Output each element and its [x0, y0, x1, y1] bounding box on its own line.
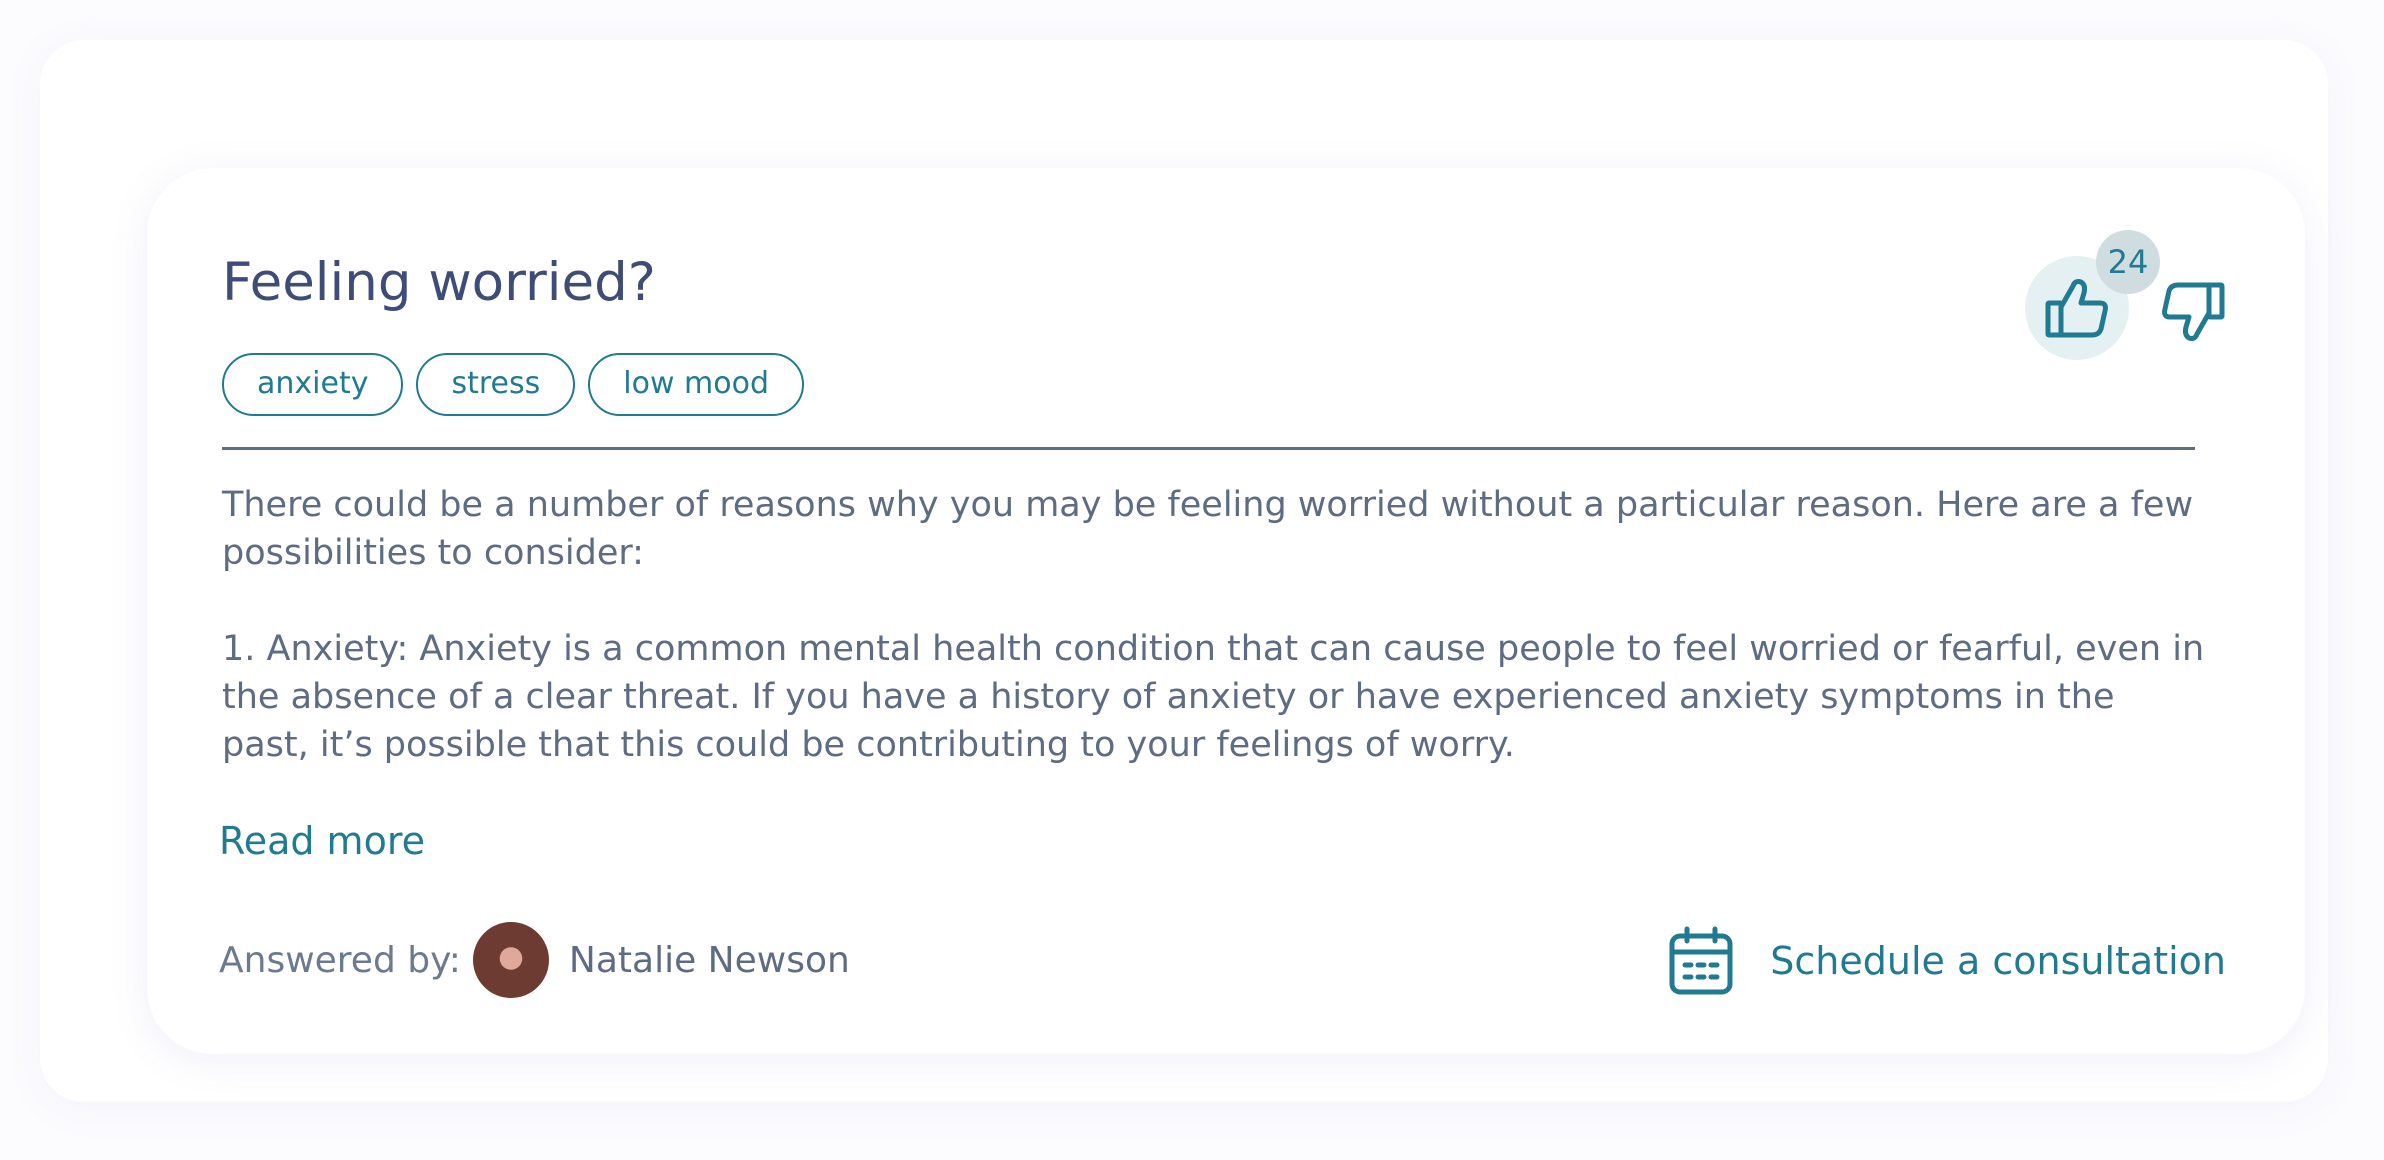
thumbs-down-icon — [2160, 281, 2226, 343]
schedule-consultation-button[interactable]: Schedule a consultation — [1668, 926, 2226, 996]
thumbs-up-icon — [2044, 277, 2110, 339]
answer-text: There could be a number of reasons why y… — [222, 481, 2212, 769]
answer-card: Feeling worried? anxiety stress low mood… — [147, 168, 2305, 1054]
like-count-badge: 24 — [2096, 230, 2160, 294]
answer-paragraph-anxiety: 1. Anxiety: Anxiety is a common mental h… — [222, 629, 2205, 765]
author-avatar[interactable] — [472, 922, 549, 998]
author-name[interactable]: Natalie Newson — [569, 940, 850, 981]
calendar-icon — [1668, 926, 1734, 996]
page-container: Feeling worried? anxiety stress low mood… — [40, 40, 2328, 1102]
answered-by: Answered by: Natalie Newson — [219, 922, 850, 998]
schedule-consultation-label: Schedule a consultation — [1770, 939, 2226, 983]
dislike-button[interactable] — [2157, 276, 2229, 348]
read-more-link[interactable]: Read more — [219, 815, 425, 867]
tag-low-mood[interactable]: low mood — [588, 353, 805, 416]
tag-anxiety[interactable]: anxiety — [222, 353, 404, 416]
tag-stress[interactable]: stress — [416, 353, 576, 416]
answered-by-label: Answered by: — [219, 939, 461, 981]
card-title: Feeling worried? — [222, 252, 656, 313]
divider — [222, 447, 2195, 450]
answer-paragraph-intro: There could be a number of reasons why y… — [222, 485, 2194, 573]
tag-list: anxiety stress low mood — [222, 353, 805, 416]
